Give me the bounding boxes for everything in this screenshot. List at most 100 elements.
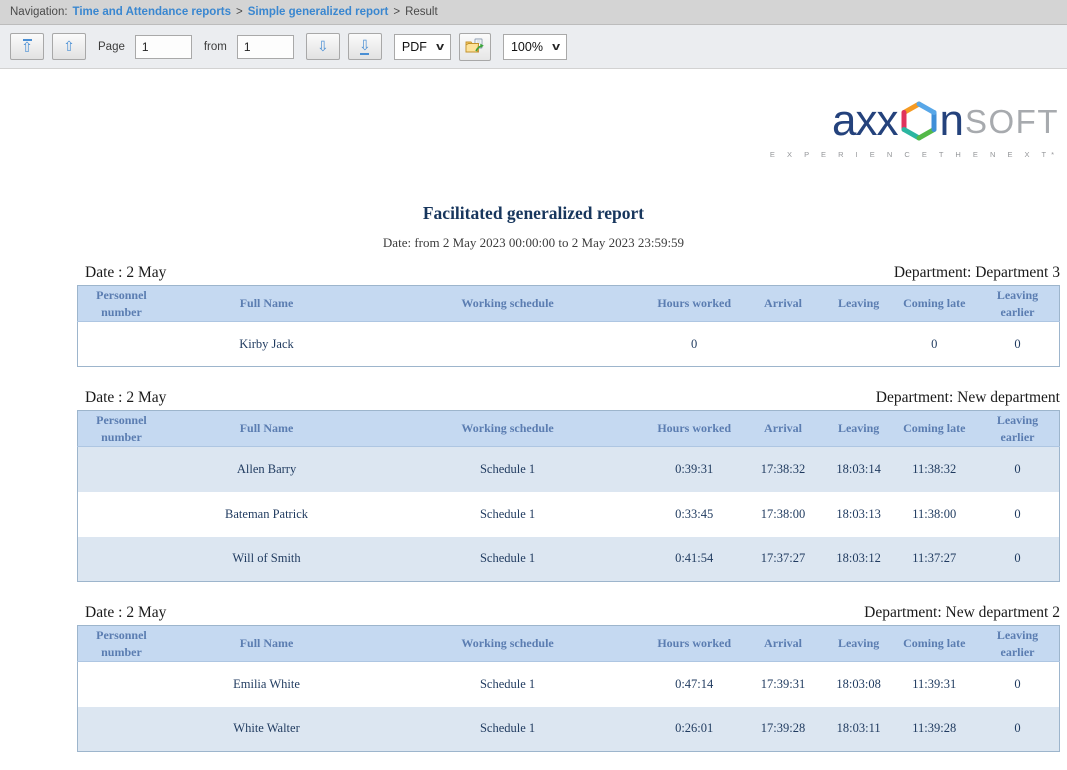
column-header: Working schedule	[368, 286, 647, 322]
logo-hexagon-icon	[900, 101, 938, 141]
column-header: Leaving earlier	[976, 626, 1060, 662]
table-cell: 18:03:13	[825, 492, 893, 537]
report-sections: Date : 2 May Department: Department 3 Pers…	[77, 264, 1060, 752]
table-cell: Schedule 1	[368, 537, 647, 582]
table-cell: 17:39:31	[741, 662, 824, 707]
column-header: Personnel number	[78, 286, 165, 322]
arrow-down-icon	[317, 40, 329, 54]
table-cell: 17:38:32	[741, 447, 824, 492]
table-cell: 11:39:31	[893, 662, 976, 707]
table-cell	[78, 322, 165, 367]
table-cell: 0	[976, 322, 1060, 367]
table-cell	[78, 492, 165, 537]
axxonsoft-logo: axx n SOFT E X P E R I E N C E T H E N E…	[0, 99, 1059, 159]
section-date-label: Date : 2 May	[85, 264, 166, 282]
table-cell	[78, 447, 165, 492]
table-cell: 18:03:11	[825, 707, 893, 752]
column-header: Leaving earlier	[976, 411, 1060, 447]
column-header: Leaving earlier	[976, 286, 1060, 322]
column-header: Arrival	[741, 626, 824, 662]
table-cell: Emilia White	[165, 662, 368, 707]
breadcrumb: Navigation: Time and Attendance reports …	[0, 0, 1067, 25]
section-department-label: Department: New department 2	[864, 604, 1060, 622]
table-cell: 0	[893, 322, 976, 367]
breadcrumb-link-simple-generalized-report[interactable]: Simple generalized report	[248, 6, 389, 18]
table-cell: 17:38:00	[741, 492, 824, 537]
table-cell	[825, 322, 893, 367]
table-cell	[78, 537, 165, 582]
logo-text-axx: axx	[832, 99, 897, 143]
export-format-value: PDF	[402, 40, 427, 54]
section-department-label: Department: New department	[876, 389, 1060, 407]
table-cell: 0	[976, 447, 1060, 492]
column-header: Leaving	[825, 286, 893, 322]
section-department-label: Department: Department 3	[894, 264, 1060, 282]
table-cell: 0	[976, 537, 1060, 582]
column-header: Arrival	[741, 411, 824, 447]
table-cell: 0:33:45	[647, 492, 741, 537]
report-toolbar: Page from PDF v 100% v	[0, 25, 1067, 69]
logo-text-n: n	[940, 99, 963, 143]
report-title: Facilitated generalized report	[0, 203, 1067, 224]
section-labels: Date : 2 May Department: Department 3	[77, 264, 1060, 282]
total-pages-input[interactable]	[237, 35, 294, 59]
column-header: Full Name	[165, 626, 368, 662]
chevron-down-icon: v	[552, 41, 560, 53]
report-subtitle: Date: from 2 May 2023 00:00:00 to 2 May …	[0, 235, 1067, 251]
table-cell: 18:03:14	[825, 447, 893, 492]
column-header: Full Name	[165, 411, 368, 447]
column-header: Full Name	[165, 286, 368, 322]
column-header: Coming late	[893, 286, 976, 322]
table-cell: 0	[976, 707, 1060, 752]
page-label: Page	[98, 41, 125, 53]
table-cell: 0	[976, 492, 1060, 537]
column-header: Personnel number	[78, 626, 165, 662]
table-cell	[78, 662, 165, 707]
table-row: Emilia WhiteSchedule 10:47:1417:39:3118:…	[78, 662, 1060, 707]
arrow-up-icon	[21, 41, 33, 55]
section-date-label: Date : 2 May	[85, 604, 166, 622]
column-header: Hours worked	[647, 626, 741, 662]
table-cell: 18:03:08	[825, 662, 893, 707]
table-row: White WalterSchedule 10:26:0117:39:2818:…	[78, 707, 1060, 752]
table-cell: Bateman Patrick	[165, 492, 368, 537]
table-row: Bateman PatrickSchedule 10:33:4517:38:00…	[78, 492, 1060, 537]
section-labels: Date : 2 May Department: New department 2	[77, 604, 1060, 622]
table-cell: 18:03:12	[825, 537, 893, 582]
table-cell: Schedule 1	[368, 492, 647, 537]
column-header: Leaving	[825, 626, 893, 662]
column-header: Working schedule	[368, 411, 647, 447]
prev-page-button[interactable]	[52, 33, 86, 60]
breadcrumb-link-time-attendance-reports[interactable]: Time and Attendance reports	[73, 6, 231, 18]
zoom-select[interactable]: 100% v	[503, 34, 567, 60]
table-cell: Schedule 1	[368, 707, 647, 752]
table-cell	[368, 322, 647, 367]
column-header: Coming late	[893, 411, 976, 447]
first-page-button[interactable]	[10, 33, 44, 60]
page-input[interactable]	[135, 35, 192, 59]
breadcrumb-current: Result	[405, 6, 438, 18]
export-button[interactable]	[459, 33, 491, 61]
column-header: Coming late	[893, 626, 976, 662]
breadcrumb-separator: >	[393, 6, 400, 18]
table-cell	[741, 322, 824, 367]
zoom-value: 100%	[511, 40, 543, 54]
table-cell: 0:39:31	[647, 447, 741, 492]
column-header: Personnel number	[78, 411, 165, 447]
next-page-button[interactable]	[306, 33, 340, 60]
logo-text-soft: SOFT	[965, 105, 1059, 138]
table-cell: 17:37:27	[741, 537, 824, 582]
table-row: Kirby Jack000	[78, 322, 1060, 367]
table-cell: 0:26:01	[647, 707, 741, 752]
table-cell: 11:37:27	[893, 537, 976, 582]
report-section: Date : 2 May Department: Department 3 Pers…	[77, 264, 1060, 367]
table-cell: Allen Barry	[165, 447, 368, 492]
report-section: Date : 2 May Department: New department 2…	[77, 604, 1060, 752]
export-format-select[interactable]: PDF v	[394, 34, 451, 60]
arrow-up-icon	[63, 40, 75, 54]
table-cell: Kirby Jack	[165, 322, 368, 367]
report-table: Personnel numberFull NameWorking schedul…	[77, 625, 1060, 752]
column-header: Arrival	[741, 286, 824, 322]
last-page-button[interactable]	[348, 33, 382, 60]
table-cell: 11:38:32	[893, 447, 976, 492]
